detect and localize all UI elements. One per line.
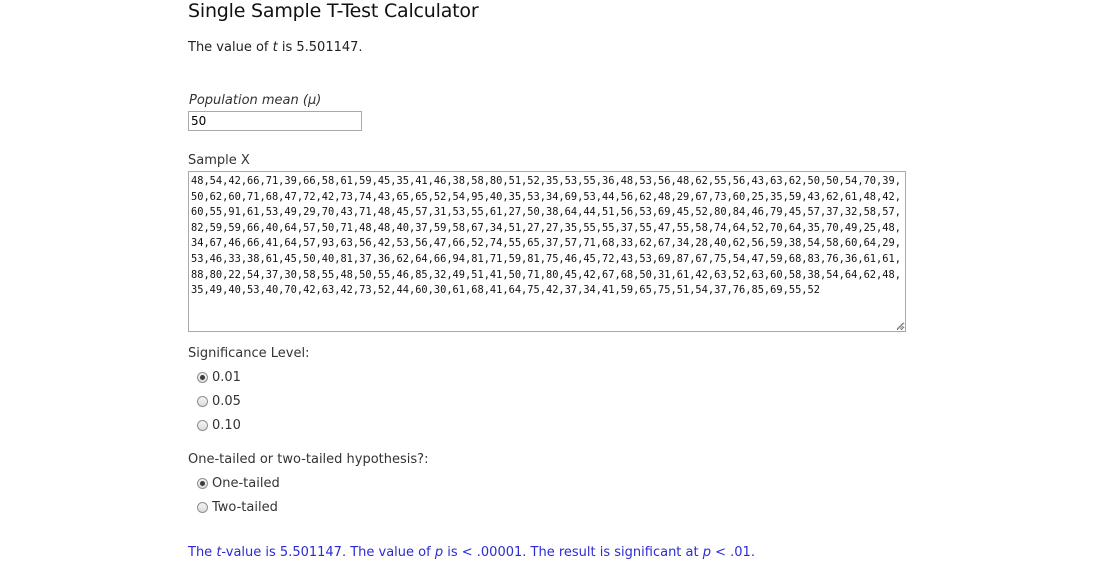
population-mean-input[interactable] <box>188 111 362 131</box>
radio-checked-icon[interactable] <box>197 372 208 383</box>
significance-option-005[interactable]: 0.05 <box>197 394 241 409</box>
tail-option-label: Two-tailed <box>212 500 278 515</box>
result-p-symbol: p <box>434 545 444 560</box>
significance-option-label: 0.01 <box>212 370 241 385</box>
result-p-symbol-2: p <box>702 545 711 560</box>
result-text-3: is < .00001. The result is significant a… <box>443 545 703 560</box>
sample-x-label: Sample X <box>188 153 250 168</box>
sample-x-textarea[interactable]: 48,54,42,66,71,39,66,58,61,59,45,35,41,4… <box>188 171 906 332</box>
t-value-summary: The value of t is 5.501147. <box>188 40 363 55</box>
radio-unchecked-icon[interactable] <box>197 502 208 513</box>
t-line-suffix: is 5.501147. <box>277 40 363 55</box>
radio-checked-icon[interactable] <box>197 478 208 489</box>
significance-option-001[interactable]: 0.01 <box>197 370 241 385</box>
result-text-1: The <box>188 545 217 560</box>
result-text-2: -value is 5.501147. The value of <box>221 545 435 560</box>
calculator-page: Single Sample T-Test Calculator The valu… <box>0 0 1100 567</box>
radio-unchecked-icon[interactable] <box>197 420 208 431</box>
result-text-4: < .01. <box>711 545 755 560</box>
page-title: Single Sample T-Test Calculator <box>188 0 479 22</box>
result-summary: The t-value is 5.501147. The value of p … <box>188 545 755 560</box>
tail-option-label: One-tailed <box>212 476 280 491</box>
tail-option-two[interactable]: Two-tailed <box>197 500 278 515</box>
tail-option-one[interactable]: One-tailed <box>197 476 280 491</box>
radio-unchecked-icon[interactable] <box>197 396 208 407</box>
population-mean-label: Population mean (μ) <box>189 93 322 108</box>
significance-option-010[interactable]: 0.10 <box>197 418 241 433</box>
significance-level-label: Significance Level: <box>188 346 310 361</box>
significance-option-label: 0.05 <box>212 394 241 409</box>
hypothesis-tail-label: One-tailed or two-tailed hypothesis?: <box>188 452 429 467</box>
t-line-prefix: The value of <box>188 40 273 55</box>
significance-option-label: 0.10 <box>212 418 241 433</box>
